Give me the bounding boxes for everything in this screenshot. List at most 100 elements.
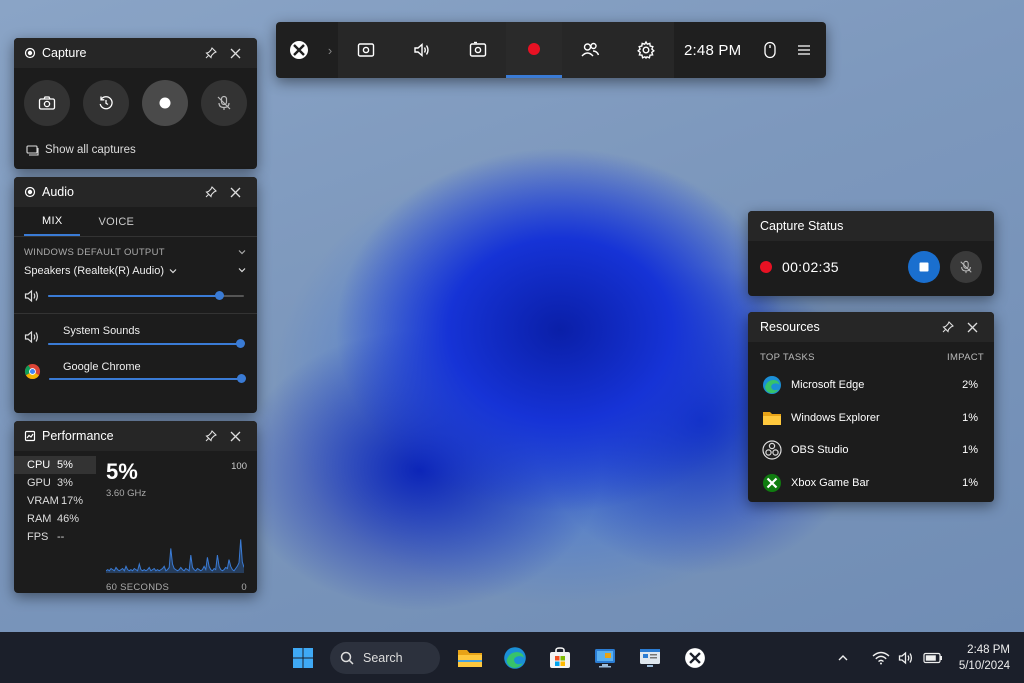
google-chrome-label: Google Chrome (63, 361, 141, 373)
taskbar-search[interactable]: Search (330, 641, 440, 674)
resource-row[interactable]: Windows Explorer 1% (748, 402, 994, 435)
resources-header[interactable]: Resources (748, 312, 994, 342)
show-all-captures-link[interactable]: Show all captures (14, 144, 257, 156)
volume-icon (898, 651, 916, 665)
master-volume-slider[interactable] (48, 291, 244, 300)
metric-ram[interactable]: RAM 46% (14, 510, 96, 528)
widget-social-button[interactable] (562, 22, 618, 78)
master-volume-knob[interactable] (214, 291, 224, 300)
widget-capture-button[interactable] (338, 22, 394, 78)
gallery-icon (26, 144, 39, 156)
edge-icon (762, 375, 782, 395)
metric-vram[interactable]: VRAM 17% (14, 492, 96, 510)
taskbar-remote-desktop[interactable] (585, 638, 625, 678)
close-icon (230, 187, 241, 198)
close-icon (230, 431, 241, 442)
pin-button[interactable] (199, 47, 223, 59)
metric-fps[interactable]: FPS -- (14, 528, 96, 546)
widget-audio-button[interactable] (394, 22, 450, 78)
show-all-captures-label: Show all captures (45, 144, 136, 156)
resource-row[interactable]: Xbox Game Bar 1% (748, 467, 994, 500)
cpu-history-line (105, 539, 245, 572)
pin-button[interactable] (199, 186, 223, 198)
default-output-header[interactable]: WINDOWS DEFAULT OUTPUT (14, 237, 257, 258)
mic-toggle-button[interactable] (201, 80, 247, 126)
system-sounds-label: System Sounds (63, 325, 141, 337)
volume-button[interactable] (895, 646, 919, 670)
close-button[interactable] (223, 48, 247, 59)
resource-name: OBS Studio (791, 444, 849, 457)
metric-cpu[interactable]: CPU 5% (14, 456, 96, 474)
close-button[interactable] (960, 322, 984, 333)
stop-recording-button[interactable] (908, 251, 940, 283)
resource-row[interactable]: Microsoft Edge 2% (748, 369, 994, 402)
audio-title: Audio (42, 185, 74, 199)
close-button[interactable] (223, 187, 247, 198)
battery-button[interactable] (921, 646, 945, 670)
taskbar-store[interactable] (540, 638, 580, 678)
mic-off-icon (959, 260, 973, 274)
taskbar-edge[interactable] (495, 638, 535, 678)
taskbar-control-panel[interactable] (630, 638, 670, 678)
pin-button[interactable] (936, 321, 960, 333)
graph-axis-right: 0 (241, 582, 247, 593)
taskbar-clock[interactable]: 2:48 PM 5/10/2024 (959, 642, 1010, 674)
google-chrome-slider[interactable] (49, 373, 246, 383)
stop-icon (919, 262, 929, 272)
record-last-button[interactable] (83, 80, 129, 126)
capture-header[interactable]: Capture (14, 38, 257, 68)
recording-timer: 00:02:35 (782, 259, 839, 275)
obs-icon (762, 440, 782, 460)
tab-mix[interactable]: MIX (24, 207, 81, 236)
capture-widget: Capture Show all captures (14, 38, 257, 169)
metric-value: -- (57, 531, 65, 543)
system-sounds-slider[interactable] (48, 339, 245, 348)
screenshot-button[interactable] (24, 80, 70, 126)
taskbar-file-explorer[interactable] (450, 638, 490, 678)
output-device-select[interactable]: Speakers (Realtek(R) Audio) (14, 258, 257, 277)
start-recording-button[interactable] (142, 80, 188, 126)
cpu-frequency: 3.60 GHz (106, 488, 147, 499)
system-sounds-knob[interactable] (236, 339, 245, 348)
system-sounds-fill (48, 343, 240, 345)
metric-key: CPU (27, 459, 51, 471)
resource-row[interactable]: OBS Studio 1% (748, 434, 994, 467)
mic-toggle-button[interactable] (950, 251, 982, 283)
xbox-icon (289, 40, 309, 60)
capture-status-header[interactable]: Capture Status (748, 211, 994, 241)
metric-value: 3% (57, 477, 73, 489)
menu-button[interactable] (787, 22, 821, 78)
tab-voice[interactable]: VOICE (80, 207, 152, 236)
mouse-button[interactable] (753, 22, 787, 78)
store-icon (548, 646, 572, 670)
search-icon (340, 651, 354, 665)
resource-impact: 1% (962, 444, 978, 457)
pin-icon (942, 321, 954, 333)
close-icon (230, 48, 241, 59)
taskbar: Search 2:48 PM 5/10/2024 (0, 632, 1024, 683)
capture-status-title: Capture Status (760, 219, 844, 233)
start-button[interactable] (283, 638, 323, 678)
performance-header[interactable]: Performance (14, 421, 257, 451)
audio-header[interactable]: Audio (14, 177, 257, 207)
speaker-icon[interactable] (24, 289, 40, 303)
xbox-home-button[interactable] (276, 22, 322, 78)
settings-button[interactable] (618, 22, 674, 78)
widget-screenshot-button[interactable] (450, 22, 506, 78)
wifi-icon (872, 651, 890, 665)
tray-overflow-button[interactable] (831, 646, 855, 670)
settings-icon (636, 40, 656, 60)
close-button[interactable] (223, 431, 247, 442)
taskbar-xbox[interactable] (675, 638, 715, 678)
wifi-button[interactable] (869, 646, 893, 670)
google-chrome-knob[interactable] (237, 373, 246, 383)
pin-button[interactable] (199, 430, 223, 442)
pin-icon (205, 47, 217, 59)
history-icon (98, 95, 114, 111)
metric-gpu[interactable]: GPU 3% (14, 474, 96, 492)
pin-icon (205, 186, 217, 198)
widget-record-button[interactable] (506, 22, 562, 78)
capture-status-widget: Capture Status 00:02:35 (748, 211, 994, 296)
metric-value: 5% (57, 459, 73, 471)
metric-key: FPS (27, 531, 49, 543)
